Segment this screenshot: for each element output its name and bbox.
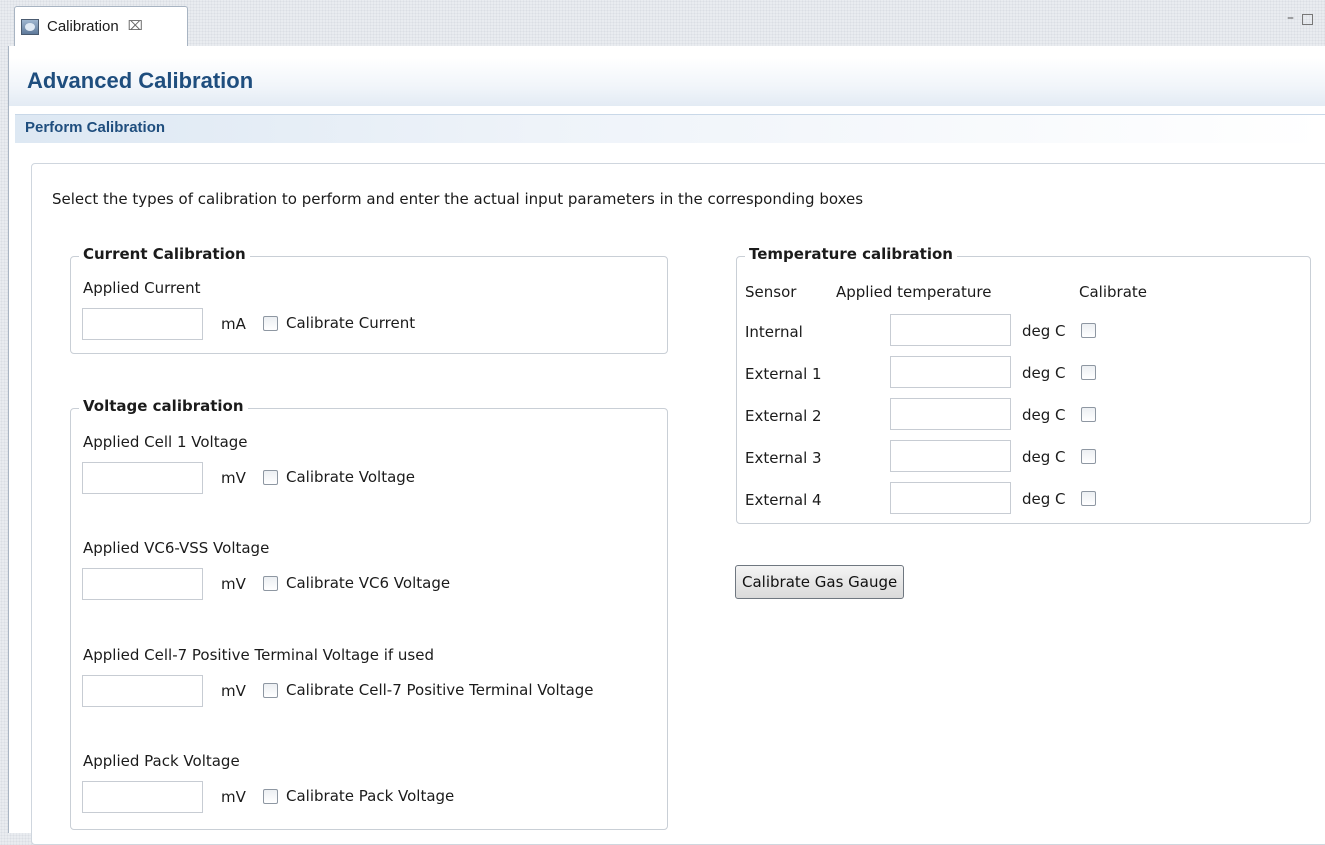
maximize-icon[interactable] [1302, 14, 1313, 25]
calibrate-external-2-checkbox[interactable] [1081, 407, 1096, 422]
calibrate-external-4-checkbox[interactable] [1081, 491, 1096, 506]
applied-pack-voltage-input[interactable] [82, 781, 203, 813]
external-2-temperature-input[interactable] [890, 398, 1011, 430]
applied-cell1-voltage-input[interactable] [82, 462, 203, 494]
sensor-label-external-2: External 2 [745, 407, 822, 425]
external-3-temperature-input[interactable] [890, 440, 1011, 472]
unit-label: mV [221, 469, 246, 487]
calibrate-pack-voltage-label[interactable]: Calibrate Pack Voltage [286, 787, 454, 805]
sensor-column-header: Sensor [745, 283, 797, 301]
applied-cell1-voltage-label: Applied Cell 1 Voltage [83, 433, 248, 451]
applied-cell7-voltage-input[interactable] [82, 675, 203, 707]
temperature-calibration-group: Temperature calibration Sensor Applied t… [736, 245, 1311, 524]
tab-label: Calibration [47, 18, 119, 35]
unit-label: deg C [1022, 406, 1066, 424]
calibrate-voltage-checkbox[interactable] [263, 470, 278, 485]
voltage-calibration-group: Voltage calibration Applied Cell 1 Volta… [70, 397, 668, 830]
page-header: Advanced Calibration [9, 58, 1325, 106]
calibrate-external-1-checkbox[interactable] [1081, 365, 1096, 380]
calibrate-current-checkbox[interactable] [263, 316, 278, 331]
section-header: Perform Calibration [15, 114, 1325, 143]
calibrate-pack-voltage-checkbox[interactable] [263, 789, 278, 804]
section-title: Perform Calibration [25, 119, 166, 136]
sensor-label-external-1: External 1 [745, 365, 822, 383]
calibrate-cell7-voltage-checkbox[interactable] [263, 683, 278, 698]
group-title: Current Calibration [79, 245, 250, 263]
unit-label: deg C [1022, 448, 1066, 466]
unit-label: deg C [1022, 322, 1066, 340]
applied-temperature-column-header: Applied temperature [836, 283, 992, 301]
page-title: Advanced Calibration [27, 68, 254, 93]
unit-label: mV [221, 788, 246, 806]
minimize-icon[interactable]: – [1287, 10, 1294, 26]
close-icon[interactable]: ⌧ [128, 19, 143, 34]
calibrate-gas-gauge-button[interactable]: Calibrate Gas Gauge [735, 565, 905, 599]
calibration-panel: Select the types of calibration to perfo… [31, 163, 1325, 845]
unit-label: mV [221, 682, 246, 700]
calibrate-external-3-checkbox[interactable] [1081, 449, 1096, 464]
unit-label: deg C [1022, 490, 1066, 508]
calibrate-column-header: Calibrate [1079, 283, 1147, 301]
applied-vc6-vss-voltage-input[interactable] [82, 568, 203, 600]
instructions-text: Select the types of calibration to perfo… [52, 190, 864, 208]
calibrate-voltage-label[interactable]: Calibrate Voltage [286, 468, 415, 486]
current-calibration-group: Current Calibration Applied Current mA C… [70, 245, 668, 354]
editor-area: Advanced Calibration Perform Calibration… [8, 46, 1325, 845]
group-title: Temperature calibration [745, 245, 957, 263]
tab-calibration[interactable]: Calibration ⌧ [14, 6, 188, 46]
unit-label: mA [221, 315, 246, 333]
applied-vc6-vss-voltage-label: Applied VC6-VSS Voltage [83, 539, 270, 557]
internal-temperature-input[interactable] [890, 314, 1011, 346]
unit-label: mV [221, 575, 246, 593]
calibrate-internal-checkbox[interactable] [1081, 323, 1096, 338]
calibrate-vc6-voltage-label[interactable]: Calibrate VC6 Voltage [286, 574, 450, 592]
applied-current-input[interactable] [82, 308, 203, 340]
calibrate-current-label[interactable]: Calibrate Current [286, 314, 415, 332]
external-4-temperature-input[interactable] [890, 482, 1011, 514]
unit-label: deg C [1022, 364, 1066, 382]
external-1-temperature-input[interactable] [890, 356, 1011, 388]
sensor-label-internal: Internal [745, 323, 803, 341]
applied-current-label: Applied Current [83, 279, 201, 297]
sensor-label-external-4: External 4 [745, 491, 822, 509]
calibrate-cell7-voltage-label[interactable]: Calibrate Cell-7 Positive Terminal Volta… [286, 681, 594, 699]
calibrate-vc6-voltage-checkbox[interactable] [263, 576, 278, 591]
calibration-view-icon [21, 18, 39, 35]
applied-cell7-voltage-label: Applied Cell-7 Positive Terminal Voltage… [83, 646, 434, 664]
sensor-label-external-3: External 3 [745, 449, 822, 467]
group-title: Voltage calibration [79, 397, 248, 415]
applied-pack-voltage-label: Applied Pack Voltage [83, 752, 240, 770]
